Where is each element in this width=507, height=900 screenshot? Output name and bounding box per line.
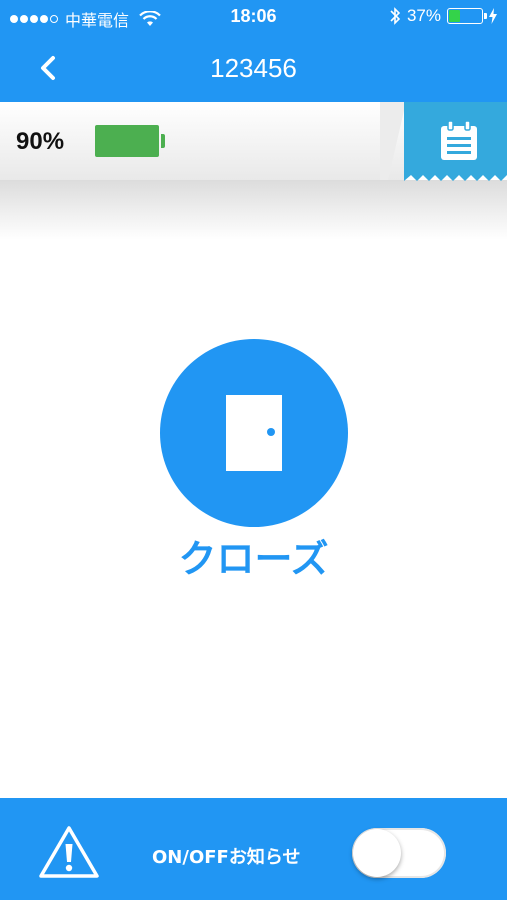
device-battery-percent: 90% (16, 128, 65, 155)
notify-label: ON/OFFお知らせ (152, 847, 301, 868)
battery-icon (447, 8, 487, 24)
notify-toggle[interactable] (352, 828, 446, 878)
status-bar: 中華電信 18:06 37% (0, 0, 507, 34)
battery-fill (449, 10, 461, 22)
device-battery-icon (95, 125, 165, 157)
battery-percent-text: 37% (406, 6, 441, 25)
bottom-bar: ON/OFFお知らせ (0, 798, 507, 900)
calendar-icon (441, 120, 477, 160)
info-bar-shadow (0, 180, 507, 240)
warning-icon (39, 826, 99, 878)
door-toggle-button[interactable] (160, 339, 348, 527)
status-right: 37% (389, 6, 497, 26)
charging-icon (489, 8, 497, 24)
toggle-knob (353, 829, 401, 877)
door-status-label: クローズ (178, 537, 329, 581)
nav-bar: 123456 (0, 34, 507, 102)
calendar-button[interactable] (404, 102, 507, 184)
door-icon (226, 395, 282, 471)
bluetooth-icon (390, 7, 401, 25)
page-title: 123456 (210, 53, 297, 83)
